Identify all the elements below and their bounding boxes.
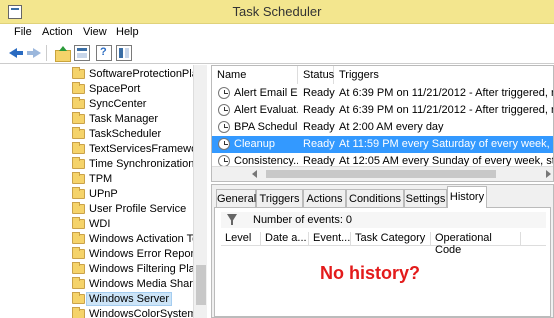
no-history-annotation: No history? xyxy=(320,263,421,283)
history-panel: Number of events: 0 Level Date a... Even… xyxy=(214,207,551,317)
filter-icon[interactable] xyxy=(227,214,237,225)
folder-icon xyxy=(72,307,85,318)
tree-vertical-scrollbar[interactable] xyxy=(193,65,207,318)
folder-icon xyxy=(72,112,85,124)
task-properties-tabs: General Triggers Actions Conditions Sett… xyxy=(211,184,554,318)
column-header-operational-code[interactable]: Operational Code xyxy=(431,232,521,256)
folder-icon xyxy=(72,97,85,109)
folder-icon xyxy=(72,277,85,289)
folder-icon xyxy=(72,172,85,184)
show-hide-action-pane-icon[interactable] xyxy=(116,45,132,61)
folder-icon xyxy=(72,127,85,139)
folder-icon xyxy=(72,67,85,79)
clock-icon xyxy=(218,138,230,150)
menu-action[interactable]: Action xyxy=(42,26,73,38)
folder-icon xyxy=(72,82,85,94)
folder-icon xyxy=(72,292,85,304)
column-header-task-category[interactable]: Task Category xyxy=(351,232,431,246)
folder-icon xyxy=(72,187,85,199)
task-list[interactable]: Name Status Triggers Alert Email E... Re… xyxy=(211,65,554,182)
up-one-level-icon[interactable] xyxy=(54,45,71,62)
console-tree[interactable]: SoftwareProtectionPlatfo SpacePort SyncC… xyxy=(0,65,207,318)
events-toolbar: Number of events: 0 xyxy=(221,212,546,228)
tab-history[interactable]: History xyxy=(447,186,487,208)
events-column-headers: Level Date a... Event... Task Category O… xyxy=(221,230,546,256)
task-row[interactable]: Alert Evaluat... Ready At 6:39 PM on 11/… xyxy=(212,102,553,119)
clock-icon xyxy=(218,104,230,116)
folder-icon xyxy=(72,217,85,229)
task-list-horizontal-scrollbar[interactable] xyxy=(212,166,553,181)
folder-icon xyxy=(72,157,85,169)
folder-icon xyxy=(72,202,85,214)
tab-actions[interactable]: Actions xyxy=(303,189,346,207)
events-count: Number of events: 0 xyxy=(253,214,353,226)
tab-conditions[interactable]: Conditions xyxy=(346,189,404,207)
column-header-date[interactable]: Date a... xyxy=(261,232,309,246)
window-title: Task Scheduler xyxy=(232,4,322,19)
menu-view[interactable]: View xyxy=(83,26,107,38)
tab-triggers[interactable]: Triggers xyxy=(256,189,303,207)
folder-icon xyxy=(72,232,85,244)
clock-icon xyxy=(218,87,230,99)
column-header-triggers[interactable]: Triggers xyxy=(334,66,553,84)
scroll-right-icon[interactable] xyxy=(546,170,551,178)
scrollbar-thumb[interactable] xyxy=(266,170,496,178)
folder-icon xyxy=(72,247,85,259)
tab-general[interactable]: General xyxy=(216,189,256,207)
tab-settings[interactable]: Settings xyxy=(404,189,447,207)
scroll-left-icon[interactable] xyxy=(252,170,257,178)
title-bar: Task Scheduler xyxy=(0,0,554,24)
column-header-level[interactable]: Level xyxy=(221,232,261,246)
task-row-selected[interactable]: Cleanup Ready At 11:59 PM every Saturday… xyxy=(212,136,553,153)
scrollbar-thumb[interactable] xyxy=(196,265,206,305)
show-hide-console-tree-icon[interactable] xyxy=(74,45,90,61)
clock-icon xyxy=(218,121,230,133)
toolbar xyxy=(0,42,554,64)
folder-icon xyxy=(72,262,85,274)
menu-help[interactable]: Help xyxy=(116,26,139,38)
menu-file[interactable]: File xyxy=(14,26,32,38)
back-arrow-icon[interactable] xyxy=(8,45,24,61)
menu-bar: File Action View Help xyxy=(0,24,554,42)
column-header-event[interactable]: Event... xyxy=(309,232,351,246)
help-icon[interactable] xyxy=(96,45,112,61)
task-row[interactable]: Alert Email E... Ready At 6:39 PM on 11/… xyxy=(212,85,553,102)
forward-arrow-icon[interactable] xyxy=(26,45,42,61)
task-row[interactable]: BPA Schedul... Ready At 2:00 AM every da… xyxy=(212,119,553,136)
toolbar-separator xyxy=(46,45,47,61)
folder-icon xyxy=(72,142,85,154)
column-header-name[interactable]: Name xyxy=(212,66,298,84)
right-pane: Name Status Triggers Alert Email E... Re… xyxy=(211,65,554,318)
column-header-status[interactable]: Status xyxy=(298,66,334,84)
